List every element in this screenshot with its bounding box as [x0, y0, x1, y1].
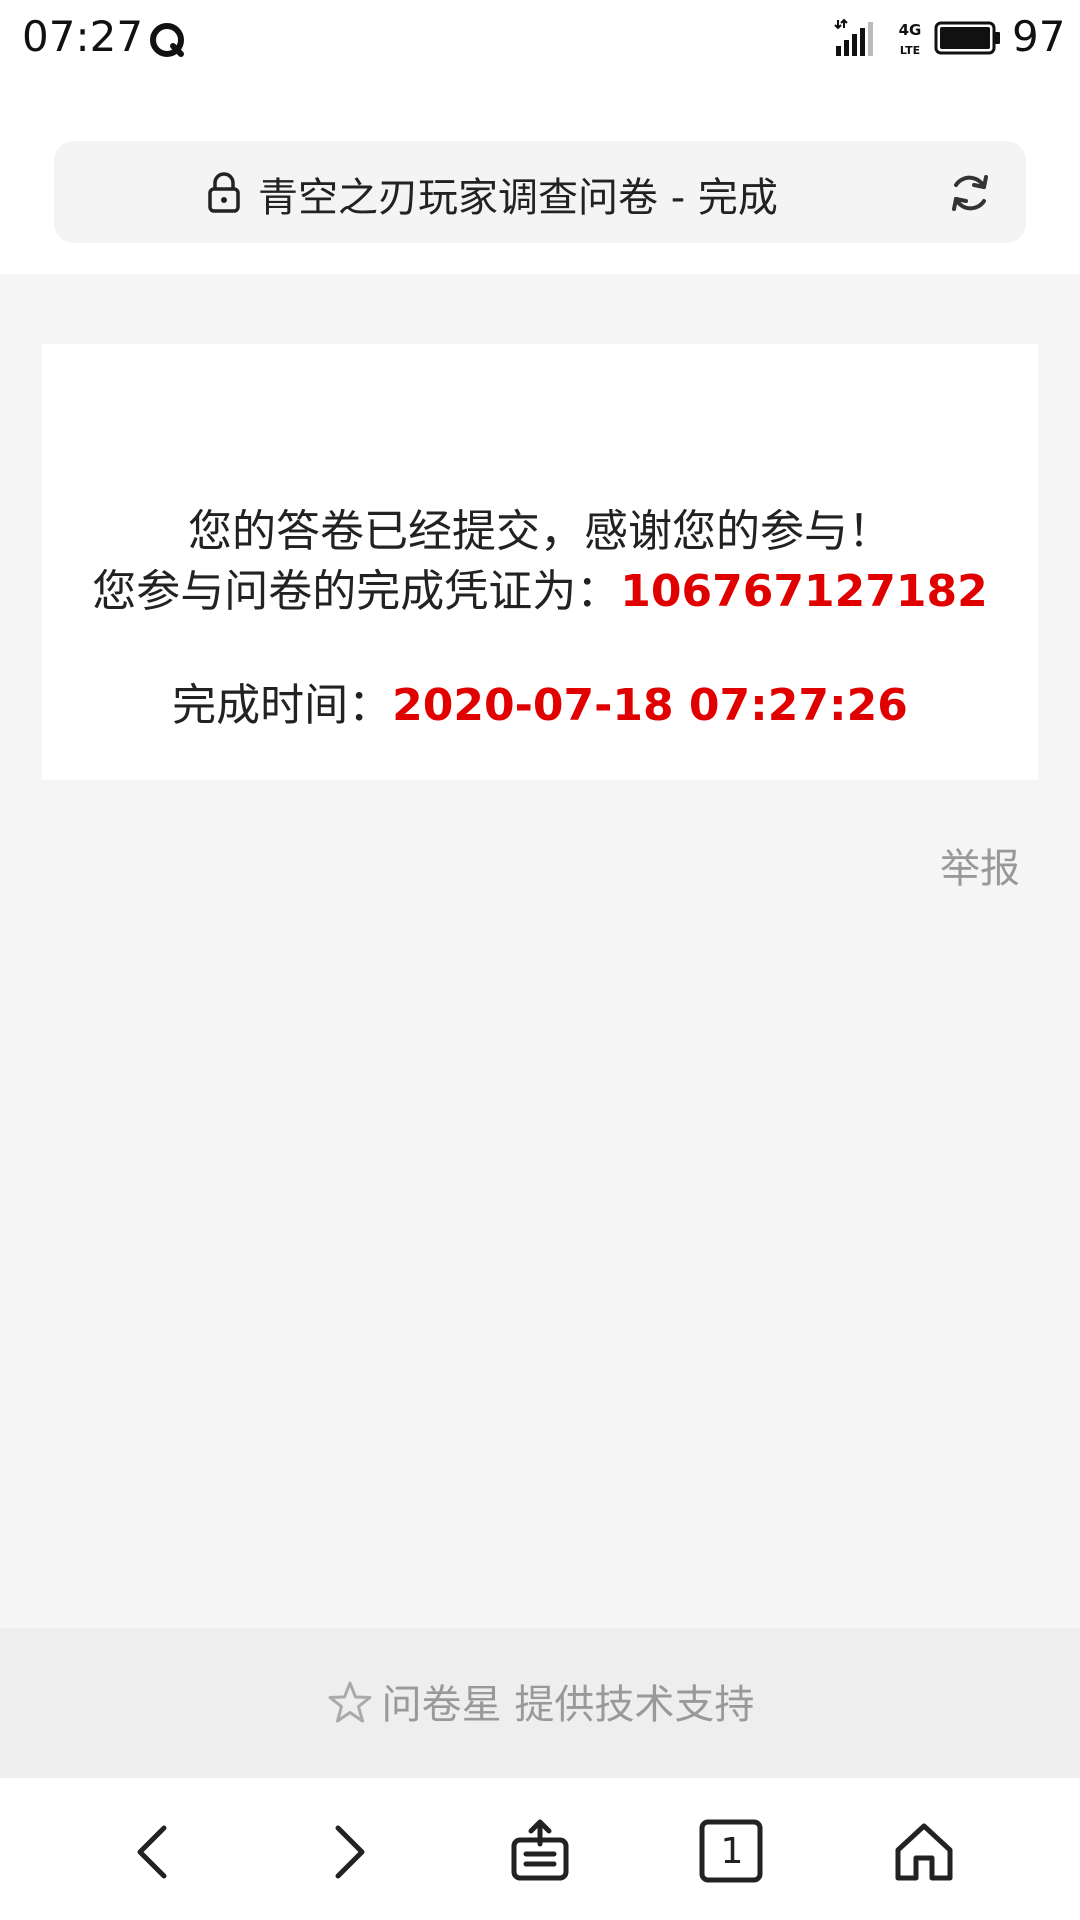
- voucher-value: 106767127182: [620, 566, 988, 617]
- footer-credit[interactable]: 问卷星 提供技术支持: [0, 1672, 1080, 1731]
- back-icon[interactable]: [118, 1816, 190, 1888]
- refresh-icon[interactable]: [946, 169, 994, 217]
- svg-text:LTE: LTE: [900, 44, 920, 57]
- address-bar[interactable]: 青空之刃玩家调查问卷 - 完成页..: [54, 141, 1026, 243]
- voucher-label: 您参与问卷的完成凭证为：: [92, 566, 621, 617]
- tabs-button[interactable]: 1: [696, 1816, 768, 1888]
- footer: 问卷星 提供技术支持: [0, 1628, 1080, 1778]
- battery-icon: [934, 21, 1000, 55]
- browser-bottom-nav: 1: [0, 1778, 1080, 1920]
- completion-time-line: 完成时间：2020-07-18 07:27:26: [42, 676, 1038, 736]
- forward-icon[interactable]: [312, 1816, 384, 1888]
- page-title: 青空之刃玩家调查问卷 - 完成页..: [258, 175, 778, 221]
- svg-text:4G: 4G: [899, 21, 922, 39]
- voucher-line: 您参与问卷的完成凭证为：106767127182: [42, 562, 1038, 622]
- star-icon: [328, 1681, 372, 1723]
- share-icon[interactable]: [504, 1816, 576, 1888]
- status-time: 07:27: [22, 12, 144, 61]
- completion-time-value: 2020-07-18 07:27:26: [392, 680, 908, 731]
- address-bar-area: 青空之刃玩家调查问卷 - 完成页..: [0, 76, 1080, 274]
- battery-percent: 97: [1012, 12, 1066, 61]
- page-content: 您的答卷已经提交，感谢您的参与！ 您参与问卷的完成凭证为：10676712718…: [0, 274, 1080, 1628]
- qq-notification-icon: [150, 23, 184, 57]
- completion-time-label: 完成时间：: [172, 680, 393, 731]
- tab-count: 1: [720, 1831, 744, 1872]
- home-icon[interactable]: [888, 1816, 960, 1888]
- lte-icon: 4G LTE: [899, 21, 922, 57]
- footer-text: 问卷星 提供技术支持: [381, 1682, 755, 1728]
- lock-icon: [208, 172, 240, 213]
- status-bar: 07:27 4G LTE 97: [0, 0, 1080, 76]
- completion-card: 您的答卷已经提交，感谢您的参与！ 您参与问卷的完成凭证为：10676712718…: [42, 344, 1038, 780]
- report-link[interactable]: 举报: [940, 836, 1020, 894]
- submission-thanks-text: 您的答卷已经提交，感谢您的参与！: [188, 506, 892, 557]
- signal-strength-icon: [834, 18, 873, 56]
